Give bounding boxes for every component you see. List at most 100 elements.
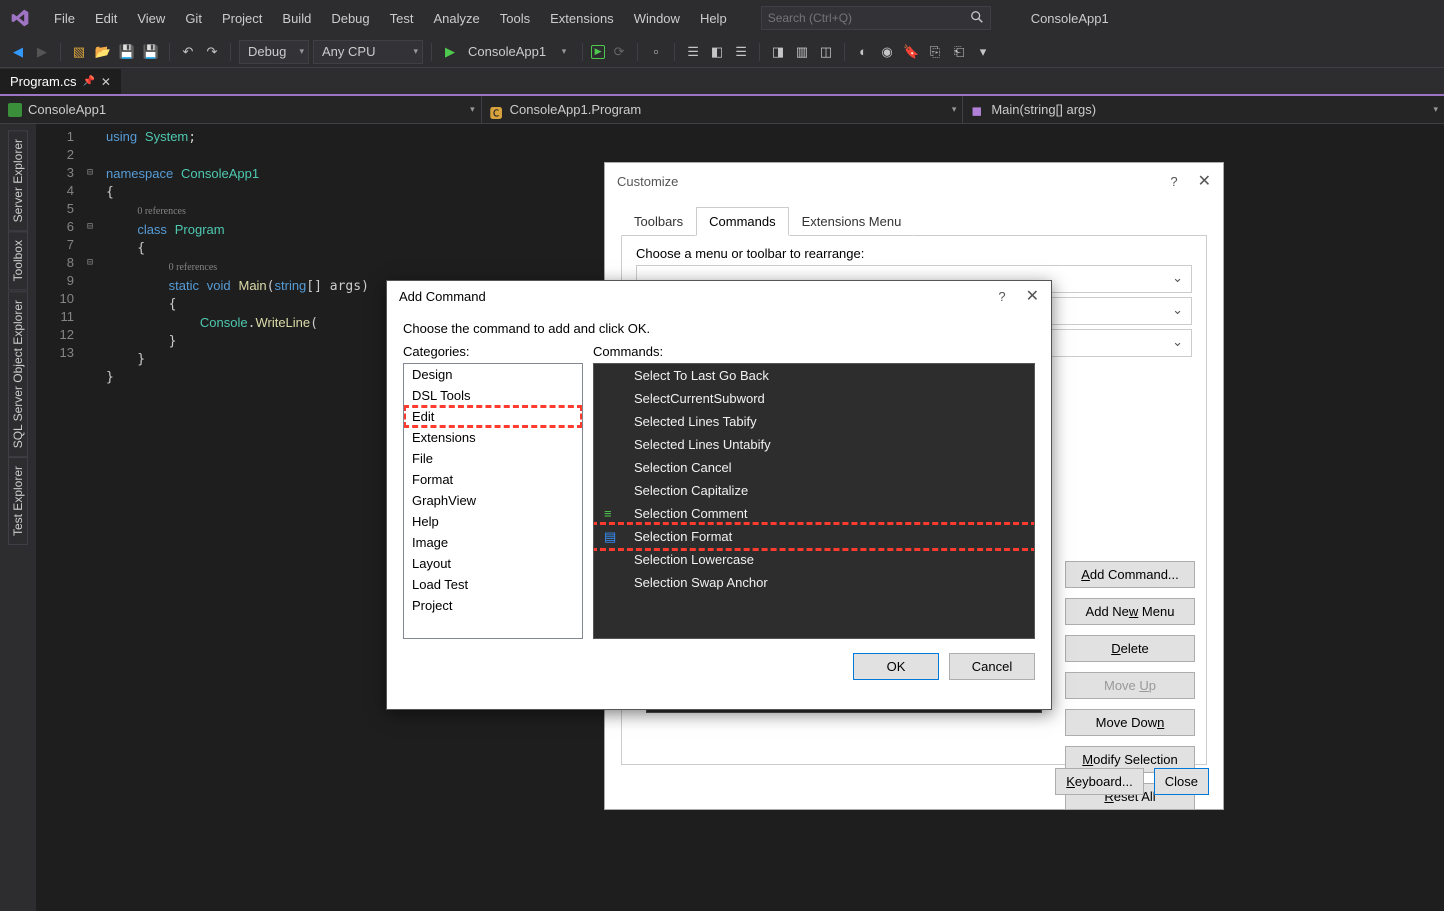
tab-toolbars[interactable]: Toolbars (621, 207, 696, 236)
method-icon: ◼ (971, 103, 985, 117)
close-icon[interactable]: ✕ (1198, 171, 1211, 191)
move-down-button[interactable]: Move Down (1065, 709, 1195, 736)
menu-tools[interactable]: Tools (490, 5, 540, 32)
menu-extensions[interactable]: Extensions (540, 5, 624, 32)
category-item[interactable]: Edit (404, 406, 582, 427)
line-numbers: 12345678910111213 (36, 124, 82, 911)
menu-edit[interactable]: Edit (85, 5, 127, 32)
addcmd-title: Add Command (399, 289, 486, 304)
category-item[interactable]: Load Test (404, 574, 582, 595)
delete-button[interactable]: Delete (1065, 635, 1195, 662)
save-all-icon[interactable]: 💾 (141, 42, 161, 62)
menu-debug[interactable]: Debug (321, 5, 379, 32)
start-target[interactable]: ConsoleApp1 (464, 44, 550, 59)
add-command-button[interactable]: Add Command... (1065, 561, 1195, 588)
cancel-button[interactable]: Cancel (949, 653, 1035, 680)
command-item[interactable]: Selection Swap Anchor (594, 571, 1034, 594)
menu-window[interactable]: Window (624, 5, 690, 32)
pin-icon[interactable]: 📌 (82, 76, 94, 87)
command-item[interactable]: ≡Selection Comment (594, 502, 1034, 525)
tb-icon-e[interactable]: ◨ (768, 42, 788, 62)
tb-icon-a[interactable]: ▫ (646, 42, 666, 62)
command-item[interactable]: Selection Cancel (594, 456, 1034, 479)
close-button[interactable]: Close (1154, 768, 1209, 795)
side-tool-tabs: Server ExplorerToolboxSQL Server Object … (0, 124, 36, 911)
category-item[interactable]: Layout (404, 553, 582, 574)
category-item[interactable]: GraphView (404, 490, 582, 511)
menu-build[interactable]: Build (272, 5, 321, 32)
categories-listbox[interactable]: DesignDSL ToolsEditExtensionsFileFormatG… (403, 363, 583, 639)
help-icon[interactable]: ? (1170, 174, 1177, 189)
close-icon[interactable]: ✕ (1026, 286, 1039, 306)
ok-button[interactable]: OK (853, 653, 939, 680)
command-item[interactable]: Selection Capitalize (594, 479, 1034, 502)
undo-icon[interactable]: ↶ (178, 42, 198, 62)
category-item[interactable]: Image (404, 532, 582, 553)
tb-icon-l[interactable]: ▾ (973, 42, 993, 62)
category-item[interactable]: DSL Tools (404, 385, 582, 406)
side-tab-server-explorer[interactable]: Server Explorer (8, 130, 28, 231)
category-item[interactable]: Project (404, 595, 582, 616)
tb-icon-b[interactable]: ☰ (683, 42, 703, 62)
start-nodebug-icon[interactable]: ▶ (591, 45, 605, 59)
menu-analyze[interactable]: Analyze (423, 5, 489, 32)
tb-icon-c[interactable]: ◧ (707, 42, 727, 62)
nav-scope[interactable]: ConsoleApp1 (0, 96, 482, 123)
command-item[interactable]: Selected Lines Tabify (594, 410, 1034, 433)
tb-icon-k[interactable]: ⎗ (949, 42, 969, 62)
tab-extensions-menu[interactable]: Extensions Menu (789, 207, 915, 236)
command-item[interactable]: Select To Last Go Back (594, 364, 1034, 387)
menu-project[interactable]: Project (212, 5, 272, 32)
command-item[interactable]: SelectCurrentSubword (594, 387, 1034, 410)
tb-icon-f[interactable]: ▥ (792, 42, 812, 62)
document-tabs: Program.cs 📌 ✕ (0, 68, 1444, 96)
menu-file[interactable]: File (44, 5, 85, 32)
fold-column[interactable]: ⊟⊟⊟ (82, 124, 98, 911)
code-area[interactable]: using System; namespace ConsoleApp1 { 0 … (98, 124, 377, 911)
side-tab-test-explorer[interactable]: Test Explorer (8, 457, 28, 545)
side-tab-toolbox[interactable]: Toolbox (8, 231, 28, 290)
nav-member[interactable]: ◼ Main(string[] args) (963, 96, 1444, 123)
close-tab-icon[interactable]: ✕ (101, 75, 111, 89)
comment-icon: ≡ (604, 506, 620, 522)
config-combo[interactable]: Debug (239, 40, 309, 64)
tb-icon-d[interactable]: ☰ (731, 42, 751, 62)
commands-listbox[interactable]: Select To Last Go BackSelectCurrentSubwo… (593, 363, 1035, 639)
new-project-icon[interactable]: ▧ (69, 42, 89, 62)
search-box[interactable] (761, 6, 991, 30)
command-item[interactable]: Selection Lowercase (594, 548, 1034, 571)
menu-help[interactable]: Help (690, 5, 737, 32)
tb-icon-g[interactable]: ◫ (816, 42, 836, 62)
tb-icon-j[interactable]: ⎘ (925, 42, 945, 62)
tab-commands[interactable]: Commands (696, 207, 788, 236)
tb-icon-i[interactable]: ◉ (877, 42, 897, 62)
open-icon[interactable]: 📂 (93, 42, 113, 62)
vs-logo-icon (8, 6, 32, 30)
platform-combo[interactable]: Any CPU (313, 40, 423, 64)
help-icon[interactable]: ? (998, 289, 1005, 304)
add-new-menu-button[interactable]: Add New Menu (1065, 598, 1195, 625)
keyboard-button[interactable]: Keyboard... (1055, 768, 1144, 795)
nav-back-icon[interactable]: ◀ (8, 42, 28, 62)
command-item[interactable]: Selected Lines Untabify (594, 433, 1034, 456)
save-icon[interactable]: 💾 (117, 42, 137, 62)
category-item[interactable]: Extensions (404, 427, 582, 448)
category-item[interactable]: Design (404, 364, 582, 385)
start-dropdown-icon[interactable]: ▾ (554, 42, 574, 62)
file-tab-program[interactable]: Program.cs 📌 ✕ (0, 69, 121, 94)
category-item[interactable]: File (404, 448, 582, 469)
menu-test[interactable]: Test (380, 5, 424, 32)
start-debug-icon[interactable]: ▶ (440, 42, 460, 62)
menu-git[interactable]: Git (175, 5, 212, 32)
tb-icon-h[interactable]: ◐ (853, 42, 873, 62)
search-input[interactable] (768, 11, 966, 25)
category-item[interactable]: Help (404, 511, 582, 532)
redo-icon[interactable]: ↷ (202, 42, 222, 62)
category-item[interactable]: Format (404, 469, 582, 490)
side-tab-sql-server-object-explorer[interactable]: SQL Server Object Explorer (8, 291, 28, 457)
command-item[interactable]: ▤Selection Format (594, 525, 1034, 548)
add-command-dialog: Add Command ? ✕ Choose the command to ad… (386, 280, 1052, 710)
menu-view[interactable]: View (127, 5, 175, 32)
bookmark-icon[interactable]: 🔖 (901, 42, 921, 62)
nav-class[interactable]: 🅲 ConsoleApp1.Program (482, 96, 964, 123)
